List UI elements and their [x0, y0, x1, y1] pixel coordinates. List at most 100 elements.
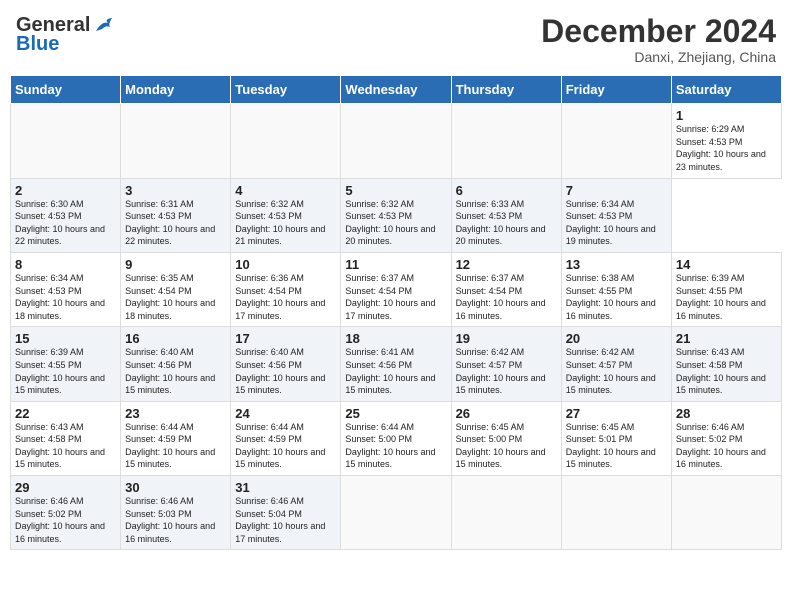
logo: General Blue — [16, 14, 116, 56]
calendar-day-cell: 20Sunrise: 6:42 AMSunset: 4:57 PMDayligh… — [561, 327, 671, 401]
day-info: Sunrise: 6:44 AMSunset: 4:59 PMDaylight:… — [125, 421, 226, 471]
day-info: Sunrise: 6:43 AMSunset: 4:58 PMDaylight:… — [15, 421, 116, 471]
day-number: 21 — [676, 331, 777, 346]
day-info: Sunrise: 6:32 AMSunset: 4:53 PMDaylight:… — [235, 198, 336, 248]
calendar-empty-cell — [671, 476, 781, 550]
calendar-day-cell: 27Sunrise: 6:45 AMSunset: 5:01 PMDayligh… — [561, 401, 671, 475]
day-number: 17 — [235, 331, 336, 346]
calendar-day-cell: 8Sunrise: 6:34 AMSunset: 4:53 PMDaylight… — [11, 252, 121, 326]
day-info: Sunrise: 6:46 AMSunset: 5:02 PMDaylight:… — [676, 421, 777, 471]
day-info: Sunrise: 6:34 AMSunset: 4:53 PMDaylight:… — [566, 198, 667, 248]
calendar-day-cell: 29Sunrise: 6:46 AMSunset: 5:02 PMDayligh… — [11, 476, 121, 550]
calendar-week-row: 2Sunrise: 6:30 AMSunset: 4:53 PMDaylight… — [11, 178, 782, 252]
calendar-day-cell: 25Sunrise: 6:44 AMSunset: 5:00 PMDayligh… — [341, 401, 451, 475]
day-number: 22 — [15, 406, 116, 421]
header-saturday: Saturday — [671, 76, 781, 104]
calendar-day-cell: 7Sunrise: 6:34 AMSunset: 4:53 PMDaylight… — [561, 178, 671, 252]
calendar-week-row: 22Sunrise: 6:43 AMSunset: 4:58 PMDayligh… — [11, 401, 782, 475]
day-number: 7 — [566, 183, 667, 198]
calendar-day-cell: 3Sunrise: 6:31 AMSunset: 4:53 PMDaylight… — [121, 178, 231, 252]
day-number: 31 — [235, 480, 336, 495]
calendar-day-cell: 28Sunrise: 6:46 AMSunset: 5:02 PMDayligh… — [671, 401, 781, 475]
calendar-week-row: 8Sunrise: 6:34 AMSunset: 4:53 PMDaylight… — [11, 252, 782, 326]
day-number: 12 — [456, 257, 557, 272]
calendar-week-row: 15Sunrise: 6:39 AMSunset: 4:55 PMDayligh… — [11, 327, 782, 401]
day-info: Sunrise: 6:42 AMSunset: 4:57 PMDaylight:… — [566, 346, 667, 396]
day-info: Sunrise: 6:39 AMSunset: 4:55 PMDaylight:… — [15, 346, 116, 396]
calendar-empty-cell — [341, 104, 451, 178]
day-info: Sunrise: 6:36 AMSunset: 4:54 PMDaylight:… — [235, 272, 336, 322]
calendar-week-row: 29Sunrise: 6:46 AMSunset: 5:02 PMDayligh… — [11, 476, 782, 550]
logo-blue-text: Blue — [16, 33, 59, 56]
calendar-empty-cell — [121, 104, 231, 178]
calendar-day-cell: 26Sunrise: 6:45 AMSunset: 5:00 PMDayligh… — [451, 401, 561, 475]
calendar-day-cell: 30Sunrise: 6:46 AMSunset: 5:03 PMDayligh… — [121, 476, 231, 550]
title-block: December 2024 Danxi, Zhejiang, China — [541, 14, 776, 65]
day-number: 30 — [125, 480, 226, 495]
calendar-day-cell: 6Sunrise: 6:33 AMSunset: 4:53 PMDaylight… — [451, 178, 561, 252]
day-number: 11 — [345, 257, 446, 272]
day-number: 23 — [125, 406, 226, 421]
day-info: Sunrise: 6:44 AMSunset: 5:00 PMDaylight:… — [345, 421, 446, 471]
day-number: 5 — [345, 183, 446, 198]
day-info: Sunrise: 6:44 AMSunset: 4:59 PMDaylight:… — [235, 421, 336, 471]
day-number: 9 — [125, 257, 226, 272]
calendar-day-cell: 17Sunrise: 6:40 AMSunset: 4:56 PMDayligh… — [231, 327, 341, 401]
day-info: Sunrise: 6:40 AMSunset: 4:56 PMDaylight:… — [125, 346, 226, 396]
day-info: Sunrise: 6:37 AMSunset: 4:54 PMDaylight:… — [345, 272, 446, 322]
calendar-empty-cell — [561, 104, 671, 178]
day-number: 28 — [676, 406, 777, 421]
day-number: 2 — [15, 183, 116, 198]
day-info: Sunrise: 6:39 AMSunset: 4:55 PMDaylight:… — [676, 272, 777, 322]
header-monday: Monday — [121, 76, 231, 104]
day-number: 15 — [15, 331, 116, 346]
calendar-day-cell: 15Sunrise: 6:39 AMSunset: 4:55 PMDayligh… — [11, 327, 121, 401]
calendar-day-cell: 24Sunrise: 6:44 AMSunset: 4:59 PMDayligh… — [231, 401, 341, 475]
day-number: 4 — [235, 183, 336, 198]
header-wednesday: Wednesday — [341, 76, 451, 104]
day-info: Sunrise: 6:31 AMSunset: 4:53 PMDaylight:… — [125, 198, 226, 248]
calendar-day-cell: 11Sunrise: 6:37 AMSunset: 4:54 PMDayligh… — [341, 252, 451, 326]
calendar-empty-cell — [11, 104, 121, 178]
calendar-day-cell: 12Sunrise: 6:37 AMSunset: 4:54 PMDayligh… — [451, 252, 561, 326]
day-number: 10 — [235, 257, 336, 272]
day-info: Sunrise: 6:45 AMSunset: 5:00 PMDaylight:… — [456, 421, 557, 471]
calendar-empty-cell — [561, 476, 671, 550]
calendar-day-cell: 31Sunrise: 6:46 AMSunset: 5:04 PMDayligh… — [231, 476, 341, 550]
calendar-day-cell: 2Sunrise: 6:30 AMSunset: 4:53 PMDaylight… — [11, 178, 121, 252]
day-number: 27 — [566, 406, 667, 421]
day-info: Sunrise: 6:33 AMSunset: 4:53 PMDaylight:… — [456, 198, 557, 248]
day-info: Sunrise: 6:38 AMSunset: 4:55 PMDaylight:… — [566, 272, 667, 322]
month-title: December 2024 — [541, 14, 776, 49]
page-header: General Blue December 2024 Danxi, Zhejia… — [10, 10, 782, 69]
day-info: Sunrise: 6:34 AMSunset: 4:53 PMDaylight:… — [15, 272, 116, 322]
day-info: Sunrise: 6:41 AMSunset: 4:56 PMDaylight:… — [345, 346, 446, 396]
calendar-day-cell: 23Sunrise: 6:44 AMSunset: 4:59 PMDayligh… — [121, 401, 231, 475]
day-number: 6 — [456, 183, 557, 198]
calendar-day-cell: 22Sunrise: 6:43 AMSunset: 4:58 PMDayligh… — [11, 401, 121, 475]
day-info: Sunrise: 6:43 AMSunset: 4:58 PMDaylight:… — [676, 346, 777, 396]
day-number: 24 — [235, 406, 336, 421]
day-info: Sunrise: 6:30 AMSunset: 4:53 PMDaylight:… — [15, 198, 116, 248]
day-info: Sunrise: 6:37 AMSunset: 4:54 PMDaylight:… — [456, 272, 557, 322]
calendar-day-cell: 4Sunrise: 6:32 AMSunset: 4:53 PMDaylight… — [231, 178, 341, 252]
day-number: 19 — [456, 331, 557, 346]
day-info: Sunrise: 6:29 AMSunset: 4:53 PMDaylight:… — [676, 123, 777, 173]
calendar-header-row: SundayMondayTuesdayWednesdayThursdayFrid… — [11, 76, 782, 104]
bird-icon — [94, 17, 116, 35]
header-friday: Friday — [561, 76, 671, 104]
day-number: 14 — [676, 257, 777, 272]
calendar-empty-cell — [451, 476, 561, 550]
calendar-empty-cell — [231, 104, 341, 178]
calendar-day-cell: 14Sunrise: 6:39 AMSunset: 4:55 PMDayligh… — [671, 252, 781, 326]
calendar-day-cell: 13Sunrise: 6:38 AMSunset: 4:55 PMDayligh… — [561, 252, 671, 326]
calendar-day-cell: 19Sunrise: 6:42 AMSunset: 4:57 PMDayligh… — [451, 327, 561, 401]
day-info: Sunrise: 6:46 AMSunset: 5:03 PMDaylight:… — [125, 495, 226, 545]
calendar-day-cell: 21Sunrise: 6:43 AMSunset: 4:58 PMDayligh… — [671, 327, 781, 401]
calendar-day-cell: 1Sunrise: 6:29 AMSunset: 4:53 PMDaylight… — [671, 104, 781, 178]
header-tuesday: Tuesday — [231, 76, 341, 104]
calendar-empty-cell — [341, 476, 451, 550]
day-info: Sunrise: 6:42 AMSunset: 4:57 PMDaylight:… — [456, 346, 557, 396]
location-text: Danxi, Zhejiang, China — [541, 49, 776, 65]
day-number: 1 — [676, 108, 777, 123]
